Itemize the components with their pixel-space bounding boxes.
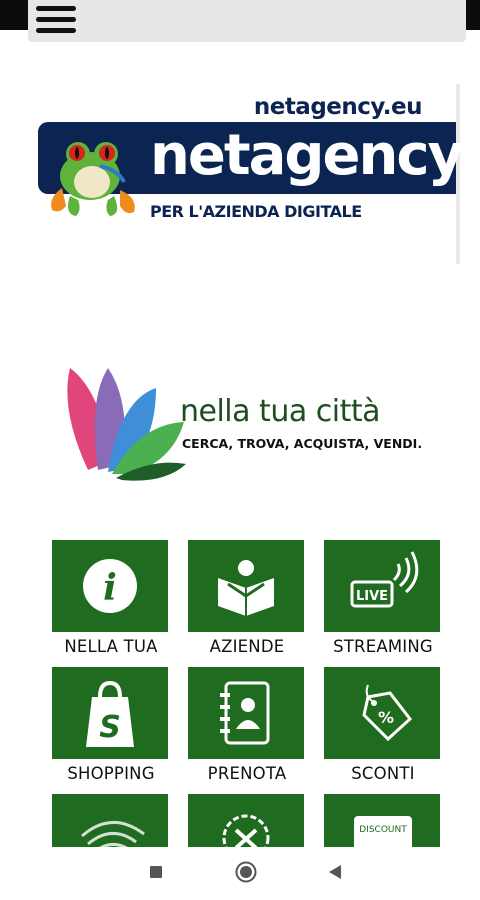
tile-streaming-button[interactable]: LIVE — [324, 540, 440, 632]
tile-signal-button[interactable] — [52, 794, 168, 847]
shopping-bag-icon: S — [86, 680, 134, 747]
svg-text:i: i — [103, 567, 117, 609]
contact-book-icon — [220, 681, 270, 745]
tile-aziende-button[interactable] — [188, 540, 304, 632]
system-navigation-bar — [0, 847, 480, 900]
tile-nella-tua-button[interactable]: i — [52, 540, 168, 632]
banner-url: netagency.eu — [253, 94, 423, 120]
app-bar — [28, 0, 466, 42]
frog-logo-icon — [51, 142, 135, 216]
tile-aziende[interactable]: AZIENDE — [188, 540, 306, 656]
svg-text:S: S — [99, 710, 121, 745]
tile-badge[interactable] — [188, 794, 306, 847]
tile-shopping-button[interactable]: S — [52, 667, 168, 759]
tile-sconti-button[interactable]: % — [324, 667, 440, 759]
tile-nella-tua[interactable]: i NELLA TUA — [52, 540, 170, 656]
live-broadcast-icon: LIVE — [350, 551, 419, 608]
tile-badge-button[interactable] — [188, 794, 304, 847]
city-logo-subtitle: CERCA, TROVA, ACQUISTA, VENDI. — [182, 436, 423, 451]
live-label: LIVE — [356, 589, 388, 604]
recents-square-icon[interactable] — [149, 865, 163, 879]
banner-tagline: PER L'AZIENDA DIGITALE — [150, 202, 362, 221]
tile-label: SHOPPING — [67, 764, 155, 783]
netagency-banner[interactable]: netagency.eu netagency PER L'AZIENDA DIG… — [38, 84, 464, 269]
tile-label: STREAMING — [333, 637, 433, 656]
menu-grid: i NELLA TUA AZIENDE LIVE STREAMING S SHO… — [52, 540, 442, 847]
badge-check-icon — [222, 814, 270, 847]
tile-label: SCONTI — [351, 764, 415, 783]
tile-streaming[interactable]: LIVE STREAMING — [324, 540, 442, 656]
tile-label: PRENOTA — [207, 764, 287, 783]
tile-discount[interactable]: DISCOUNT — [324, 794, 442, 847]
tile-signal[interactable] — [52, 794, 170, 847]
tile-label: NELLA TUA — [64, 637, 158, 656]
tile-prenota[interactable]: PRENOTA — [188, 667, 306, 783]
nella-tua-citta-logo: nella tua città CERCA, TROVA, ACQUISTA, … — [60, 360, 440, 490]
discount-card-icon: DISCOUNT — [354, 816, 412, 847]
petals-logo-icon — [67, 368, 186, 481]
open-book-reader-icon — [218, 560, 274, 616]
hamburger-menu-icon[interactable] — [36, 6, 76, 38]
home-circle-icon[interactable] — [235, 861, 257, 883]
tile-label: AZIENDE — [209, 637, 285, 656]
svg-text:%: % — [378, 708, 394, 727]
back-triangle-icon[interactable] — [328, 864, 342, 880]
tile-shopping[interactable]: S SHOPPING — [52, 667, 170, 783]
info-icon: i — [83, 559, 137, 613]
city-logo-title: nella tua città — [180, 394, 381, 429]
tile-sconti[interactable]: % SCONTI — [324, 667, 442, 783]
tile-discount-button[interactable]: DISCOUNT — [324, 794, 440, 847]
discount-label: DISCOUNT — [359, 825, 407, 835]
discount-tag-icon: % — [362, 684, 413, 742]
signal-waves-icon — [81, 821, 145, 847]
banner-brand-name: netagency — [150, 123, 464, 188]
tile-prenota-button[interactable] — [188, 667, 304, 759]
